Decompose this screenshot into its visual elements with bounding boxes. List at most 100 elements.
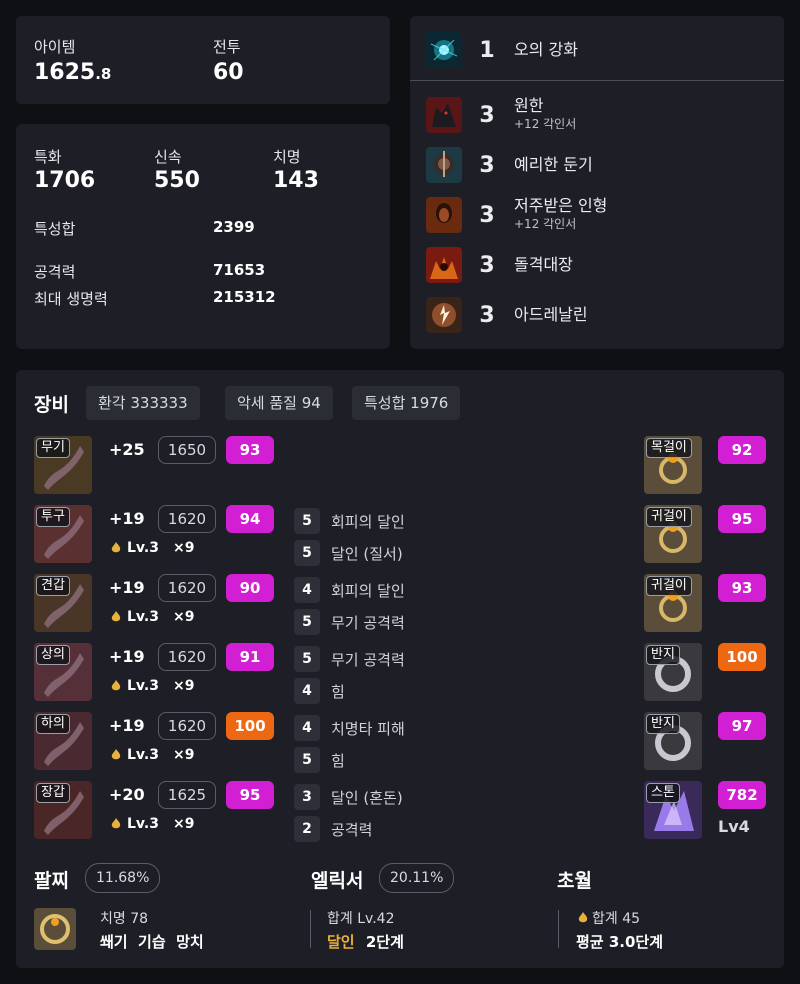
attack-value: 71653 <box>213 261 266 279</box>
item-level-main: 1625 <box>34 60 96 85</box>
stats-card: 특화 1706 신속 550 치명 143 특성합 2399 공격력 71653… <box>16 124 390 349</box>
bracelet-icon[interactable] <box>34 908 76 950</box>
gear-quality-badge: 90 <box>226 574 274 602</box>
engraving-name: 예리한 둔기 <box>514 155 593 174</box>
gear-quality-badge: 93 <box>226 436 274 464</box>
gear-engraving-name: 힘 <box>331 683 345 701</box>
gear-engraving-level: 5 <box>294 540 320 566</box>
gear-transcend-level: Lv.3 ×9 <box>109 678 194 694</box>
engraving-name: 원한 <box>514 96 544 115</box>
accessory-quality-badge: 95 <box>718 505 766 533</box>
accessory-icon-5[interactable]: 스톤 <box>644 781 702 839</box>
separator <box>310 910 311 948</box>
elixir-percent: 20.11% <box>379 863 455 893</box>
transcend-total: 합계 45 <box>576 908 640 928</box>
gear-count-text: ×9 <box>172 747 195 763</box>
divider <box>410 80 784 81</box>
stat-sum-label: 특성합 <box>34 220 76 238</box>
engraving-level: 3 <box>479 252 495 278</box>
flame-icon <box>111 680 121 691</box>
accessory-icon-0[interactable]: 목걸이 <box>644 436 702 494</box>
gear-engraving-name: 힘 <box>331 752 345 770</box>
gear-item-level: 1620 <box>158 643 216 671</box>
elixir-effect-name: 달인 <box>327 933 355 951</box>
accessory-quality-badge: 782 <box>718 781 766 809</box>
gear-engraving-level: 4 <box>294 577 320 603</box>
accessory-slot-label: 귀걸이 <box>646 576 692 596</box>
gear-transcend-level: Lv.3 ×9 <box>109 609 194 625</box>
gear-transcend-level: Lv.3 ×9 <box>109 540 194 556</box>
chip-stat-sum: 특성합 1976 <box>352 386 461 420</box>
engraving-row[interactable]: 3 저주받은 인형 +12 각인서 <box>426 193 607 237</box>
gear-quality-badge: 91 <box>226 643 274 671</box>
combat-level-value: 60 <box>213 60 244 85</box>
gear-slot-label: 상의 <box>36 645 70 665</box>
engraving-row[interactable]: 3 아드레날린 <box>426 293 588 337</box>
gear-icon-0[interactable]: 무기 <box>34 436 92 494</box>
transcend-total-text: 합계 45 <box>592 911 641 927</box>
gear-icon-2[interactable]: 견갑 <box>34 574 92 632</box>
hp-value: 215312 <box>213 288 276 306</box>
swift-value: 550 <box>154 168 200 193</box>
hp-label: 최대 생명력 <box>34 290 108 308</box>
gear-count-text: ×9 <box>172 816 195 832</box>
attack-label: 공격력 <box>34 263 76 281</box>
equipment-card: 장비 환각 333333 악세 품질 94 특성합 1976 무기 +25 1650… <box>16 370 784 968</box>
spec-value: 1706 <box>34 168 96 193</box>
orb-icon <box>426 32 462 68</box>
accessory-icon-2[interactable]: 귀걸이 <box>644 574 702 632</box>
gear-transcend-level: Lv.3 ×9 <box>109 816 194 832</box>
engraving-name: 저주받은 인형 <box>514 196 608 215</box>
equipment-title: 장비 <box>34 394 69 416</box>
item-level-decimal: .8 <box>95 65 112 83</box>
mace-icon <box>426 147 462 183</box>
engraving-level: 1 <box>479 37 495 63</box>
gear-slot-label: 하의 <box>36 714 70 734</box>
bracelet-effects: 쐐기 기습 망치 <box>100 933 204 951</box>
gear-upgrade: +19 <box>109 716 145 735</box>
gear-slot-label: 장갑 <box>36 783 70 803</box>
engraving-row[interactable]: 3 돌격대장 <box>426 243 573 287</box>
spec-label: 특화 <box>34 148 62 166</box>
gear-count-text: ×9 <box>172 609 195 625</box>
elixir-effect-stage: 2단계 <box>365 933 404 951</box>
engraving-row[interactable]: 1 오의 강화 <box>426 28 578 72</box>
gear-upgrade: +19 <box>109 578 145 597</box>
gear-icon-1[interactable]: 투구 <box>34 505 92 563</box>
gear-engraving-name: 무기 공격력 <box>331 651 405 669</box>
flame-icon <box>111 611 121 622</box>
engraving-name: 돌격대장 <box>514 255 573 274</box>
accessory-icon-1[interactable]: 귀걸이 <box>644 505 702 563</box>
accessory-quality-badge: 93 <box>718 574 766 602</box>
gear-engraving-name: 치명타 피해 <box>331 720 405 738</box>
gear-item-level: 1625 <box>158 781 216 809</box>
gear-icon-5[interactable]: 장갑 <box>34 781 92 839</box>
gear-engraving-level: 3 <box>294 784 320 810</box>
gear-engraving-name: 회피의 달인 <box>331 582 405 600</box>
gear-icon-4[interactable]: 하의 <box>34 712 92 770</box>
elixir-effect: 달인 2단계 <box>327 931 404 952</box>
gear-engraving-name: 달인 (혼돈) <box>331 789 403 807</box>
accessory-icon-3[interactable]: 반지 <box>644 643 702 701</box>
crit-label: 치명 <box>273 148 301 166</box>
wolf-icon <box>426 97 462 133</box>
engraving-name: 아드레날린 <box>514 305 588 324</box>
gear-icon-3[interactable]: 상의 <box>34 643 92 701</box>
gear-slot-label: 견갑 <box>36 576 70 596</box>
gear-engraving-level: 4 <box>294 715 320 741</box>
combat-level-label: 전투 <box>213 38 241 56</box>
gear-upgrade: +25 <box>109 440 145 459</box>
engraving-row[interactable]: 3 원한 +12 각인서 <box>426 93 576 137</box>
engraving-level: 3 <box>479 202 495 228</box>
swift-label: 신속 <box>154 148 182 166</box>
accessory-quality-badge: 100 <box>718 643 766 671</box>
accessory-icon-4[interactable]: 반지 <box>644 712 702 770</box>
engraving-name: 오의 강화 <box>514 40 578 59</box>
engraving-row[interactable]: 3 예리한 둔기 <box>426 143 593 187</box>
gear-item-level: 1620 <box>158 505 216 533</box>
flame-icon <box>111 818 121 829</box>
flame-icon <box>111 542 121 553</box>
chip-hallucination: 환각 333333 <box>86 386 200 420</box>
accessory-slot-label: 목걸이 <box>646 438 692 458</box>
adrenaline-icon <box>426 297 462 333</box>
